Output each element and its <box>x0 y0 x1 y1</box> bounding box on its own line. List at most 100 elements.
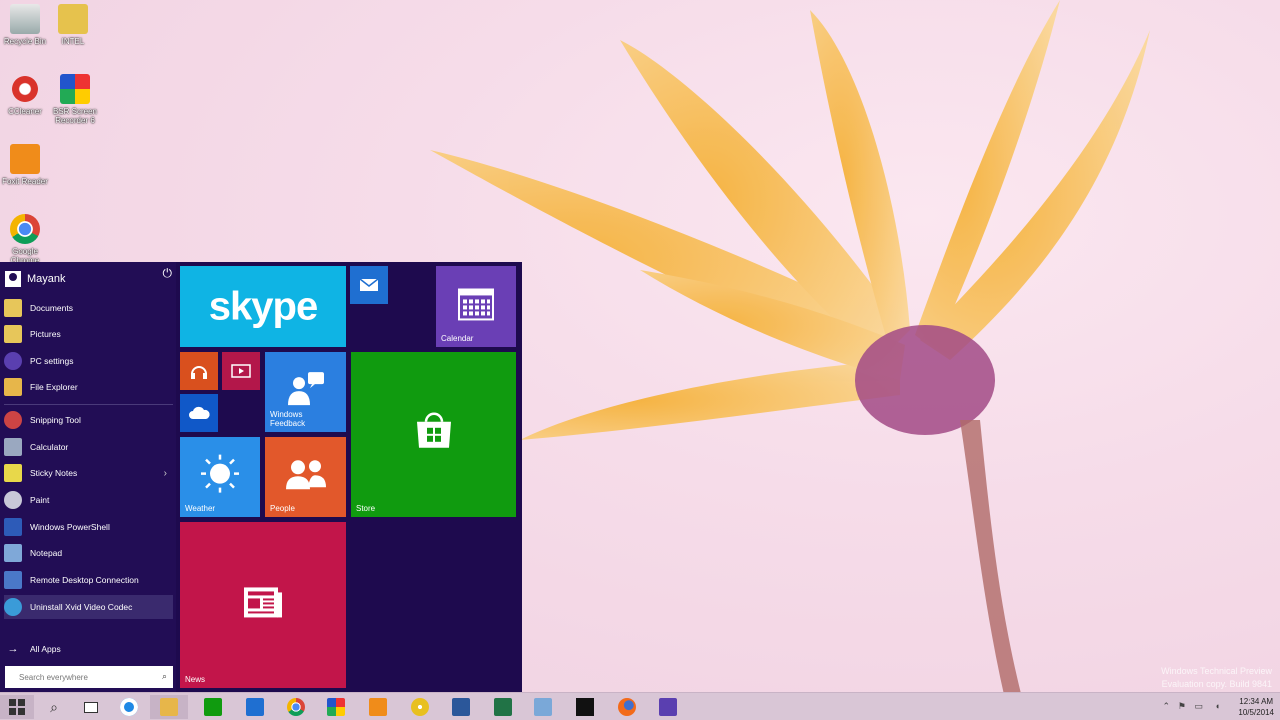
people-icon <box>284 457 328 491</box>
tile-onedrive[interactable] <box>180 394 218 432</box>
store-icon <box>204 698 222 716</box>
taskbar-search-button[interactable]: ⌕ <box>35 695 73 719</box>
search-placeholder: Search everywhere <box>19 672 88 682</box>
menu-item-snipping-tool[interactable]: Snipping Tool <box>4 408 173 432</box>
video-icon <box>231 364 251 378</box>
word-icon <box>452 698 470 716</box>
mail-icon <box>246 698 264 716</box>
menu-item-calculator[interactable]: Calculator <box>4 435 173 459</box>
desktop-icon-intel[interactable]: INTEL <box>48 4 98 46</box>
menu-item-uninstall-xvid[interactable]: Uninstall Xvid Video Codec <box>4 595 173 619</box>
notepad-icon <box>4 544 22 562</box>
volume-icon[interactable]: ◖ <box>1215 701 1220 711</box>
tile-skype[interactable]: skype <box>180 266 346 347</box>
taskbar-settings[interactable] <box>649 695 687 719</box>
user-name: Mayank <box>27 273 66 285</box>
calculator-icon <box>4 438 22 456</box>
start-menu: Mayank ⏻ Documents Pictures PC settings … <box>0 262 522 692</box>
skype-logo-icon: skype <box>208 284 318 328</box>
search-input[interactable]: Search everywhere ⌕ <box>5 666 173 688</box>
menu-item-sticky-notes[interactable]: Sticky Notes › <box>4 461 173 485</box>
mail-icon <box>359 278 379 292</box>
firefox-icon <box>618 698 636 716</box>
monitor-icon[interactable]: ▭ <box>1194 701 1203 712</box>
internet-explorer-icon <box>120 698 138 716</box>
excel-icon <box>494 698 512 716</box>
calendar-icon <box>458 287 494 320</box>
start-button[interactable] <box>0 695 34 719</box>
menu-item-pc-settings[interactable]: PC settings <box>4 349 173 373</box>
tile-mail[interactable] <box>350 266 388 304</box>
command-prompt-icon <box>576 698 594 716</box>
recycle-bin-icon <box>10 4 40 34</box>
chrome-icon <box>287 698 305 716</box>
documents-icon <box>4 299 22 317</box>
task-view-icon <box>84 701 98 713</box>
chevron-up-icon[interactable]: ⌃ <box>1162 701 1170 712</box>
menu-item-pictures[interactable]: Pictures <box>4 322 173 346</box>
tile-calendar[interactable]: Calendar <box>436 266 516 347</box>
taskbar-media[interactable] <box>401 695 439 719</box>
search-icon[interactable]: ⌕ <box>162 671 167 682</box>
evaluation-watermark: Windows Technical Preview Evaluation cop… <box>1161 666 1272 689</box>
folder-icon <box>58 4 88 34</box>
taskbar-mail[interactable] <box>236 695 274 719</box>
news-icon <box>243 586 283 618</box>
tile-video[interactable] <box>222 352 260 390</box>
desktop-icon-ccleaner[interactable]: CCleaner <box>0 74 50 116</box>
task-view-button[interactable] <box>72 695 110 719</box>
sticky-notes-icon <box>4 464 22 482</box>
foxit-reader-icon <box>10 144 40 174</box>
foxit-reader-icon <box>369 698 387 716</box>
desktop-icon-recycle-bin[interactable]: Recycle Bin <box>0 4 50 46</box>
computer-icon <box>534 698 552 716</box>
taskbar-file-explorer[interactable] <box>150 695 188 719</box>
cloud-icon <box>187 406 211 420</box>
all-apps-button[interactable]: → All Apps <box>4 637 173 661</box>
taskbar-bsr[interactable] <box>317 695 355 719</box>
user-avatar-icon <box>5 271 21 287</box>
menu-item-documents[interactable]: Documents <box>4 296 173 320</box>
taskbar-foxit[interactable] <box>359 695 397 719</box>
menu-item-remote-desktop[interactable]: Remote Desktop Connection <box>4 568 173 592</box>
taskbar-network-app[interactable] <box>524 695 562 719</box>
clock[interactable]: 12:34 AM 10/5/2014 <box>1238 696 1274 718</box>
taskbar-cmd[interactable] <box>566 695 604 719</box>
user-account[interactable]: Mayank <box>5 267 173 291</box>
tile-weather[interactable]: Weather <box>180 437 260 517</box>
snipping-tool-icon <box>4 411 22 429</box>
menu-item-notepad[interactable]: Notepad <box>4 541 173 565</box>
menu-item-paint[interactable]: Paint <box>4 488 173 512</box>
file-explorer-icon <box>4 378 22 396</box>
menu-item-file-explorer[interactable]: File Explorer <box>4 375 173 399</box>
taskbar-ie[interactable] <box>110 695 148 719</box>
power-icon[interactable]: ⏻ <box>163 266 173 281</box>
start-menu-left-pane: Mayank ⏻ Documents Pictures PC settings … <box>0 262 176 692</box>
gear-icon <box>659 698 677 716</box>
desktop-icon-bsr[interactable]: BSR Screen Recorder 6 <box>50 74 100 125</box>
powershell-icon <box>4 518 22 536</box>
gear-icon <box>4 352 22 370</box>
desktop-icon-foxit[interactable]: Foxit Reader <box>0 144 50 186</box>
tile-windows-feedback[interactable]: Windows Feedback <box>265 352 346 432</box>
ccleaner-icon <box>10 74 40 104</box>
desktop-icon-chrome[interactable]: Google Chrome <box>0 214 50 265</box>
tile-people[interactable]: People <box>265 437 346 517</box>
taskbar-word[interactable] <box>442 695 480 719</box>
remote-desktop-icon <box>4 571 22 589</box>
tile-news[interactable]: News <box>180 522 346 688</box>
taskbar: ⌕ ⌃ ⚑ ▭ ◖ 12:34 AM 10/5/2014 <box>0 692 1280 720</box>
flag-icon[interactable]: ⚑ <box>1178 701 1186 712</box>
store-bag-icon <box>414 411 454 451</box>
sun-icon <box>199 453 241 495</box>
tile-music[interactable] <box>180 352 218 390</box>
taskbar-chrome[interactable] <box>277 695 315 719</box>
taskbar-excel[interactable] <box>484 695 522 719</box>
taskbar-firefox[interactable] <box>608 695 646 719</box>
chevron-right-icon[interactable]: › <box>164 468 167 479</box>
taskbar-store[interactable] <box>194 695 232 719</box>
bsr-recorder-icon <box>60 74 90 104</box>
menu-separator <box>4 404 173 405</box>
menu-item-powershell[interactable]: Windows PowerShell <box>4 515 173 539</box>
tile-store[interactable]: Store <box>351 352 516 517</box>
